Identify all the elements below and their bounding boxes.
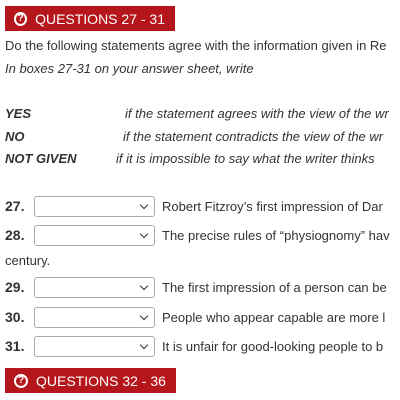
chevron-down-icon bbox=[139, 340, 149, 350]
answer-select-31[interactable] bbox=[34, 336, 155, 357]
answer-select-27[interactable] bbox=[34, 196, 155, 217]
legend-row-not-given: NOT GIVEN if it is impossible to say wha… bbox=[5, 151, 400, 169]
question-number: 28. bbox=[5, 227, 25, 243]
chevron-down-icon bbox=[139, 200, 149, 210]
legend-key: NOT GIVEN bbox=[5, 151, 77, 166]
question-row-30: 30. People who appear capable are more l bbox=[5, 307, 400, 329]
section-title: QUESTIONS 32 - 36 bbox=[36, 372, 166, 389]
question-number: 29. bbox=[5, 279, 25, 295]
answer-select-28[interactable] bbox=[34, 225, 155, 246]
answer-select-30[interactable] bbox=[34, 307, 155, 328]
legend-row-yes: YES if the statement agrees with the vie… bbox=[5, 106, 400, 124]
section-header-32-36: ? QUESTIONS 32 - 36 bbox=[5, 368, 176, 393]
question-text-continuation: century. bbox=[5, 253, 51, 268]
section-header-27-31: ? QUESTIONS 27 - 31 bbox=[5, 6, 175, 31]
legend-description: if the statement contradicts the view of… bbox=[123, 129, 384, 144]
question-text: The precise rules of “physiognomy” hav bbox=[162, 228, 390, 243]
chevron-down-icon bbox=[139, 281, 149, 291]
question-number: 27. bbox=[5, 198, 25, 214]
legend-description: if the statement agrees with the view of… bbox=[125, 106, 389, 121]
reading-test-page: ? QUESTIONS 27 - 31 Do the following sta… bbox=[0, 0, 400, 400]
question-row-28: 28. The precise rules of “physiognomy” h… bbox=[5, 225, 400, 247]
legend-description: if it is impossible to say what the writ… bbox=[116, 151, 375, 166]
question-number: 31. bbox=[5, 338, 25, 354]
question-text: People who appear capable are more l bbox=[162, 310, 386, 325]
question-circle-icon: ? bbox=[14, 11, 28, 26]
question-row-29: 29. The first impression of a person can… bbox=[5, 277, 400, 299]
section-title: QUESTIONS 27 - 31 bbox=[35, 10, 165, 27]
question-text: It is unfair for good-looking people to … bbox=[162, 339, 384, 354]
question-number: 30. bbox=[5, 309, 25, 325]
question-text: The first impression of a person can be bbox=[162, 280, 387, 295]
instruction-subtext: In boxes 27-31 on your answer sheet, wri… bbox=[5, 61, 254, 76]
question-row-27: 27. Robert Fitzroy’s first impression of… bbox=[5, 196, 400, 218]
question-text: Robert Fitzroy’s first impression of Dar bbox=[162, 199, 383, 214]
legend-key: NO bbox=[5, 129, 25, 144]
legend-row-no: NO if the statement contradicts the view… bbox=[5, 129, 400, 147]
question-row-31: 31. It is unfair for good-looking people… bbox=[5, 336, 400, 358]
legend-key: YES bbox=[5, 106, 32, 121]
answer-select-29[interactable] bbox=[34, 277, 155, 298]
question-circle-icon: ? bbox=[14, 373, 28, 388]
chevron-down-icon bbox=[139, 311, 149, 321]
chevron-down-icon bbox=[139, 229, 149, 239]
instruction-text: Do the following statements agree with t… bbox=[5, 38, 387, 53]
